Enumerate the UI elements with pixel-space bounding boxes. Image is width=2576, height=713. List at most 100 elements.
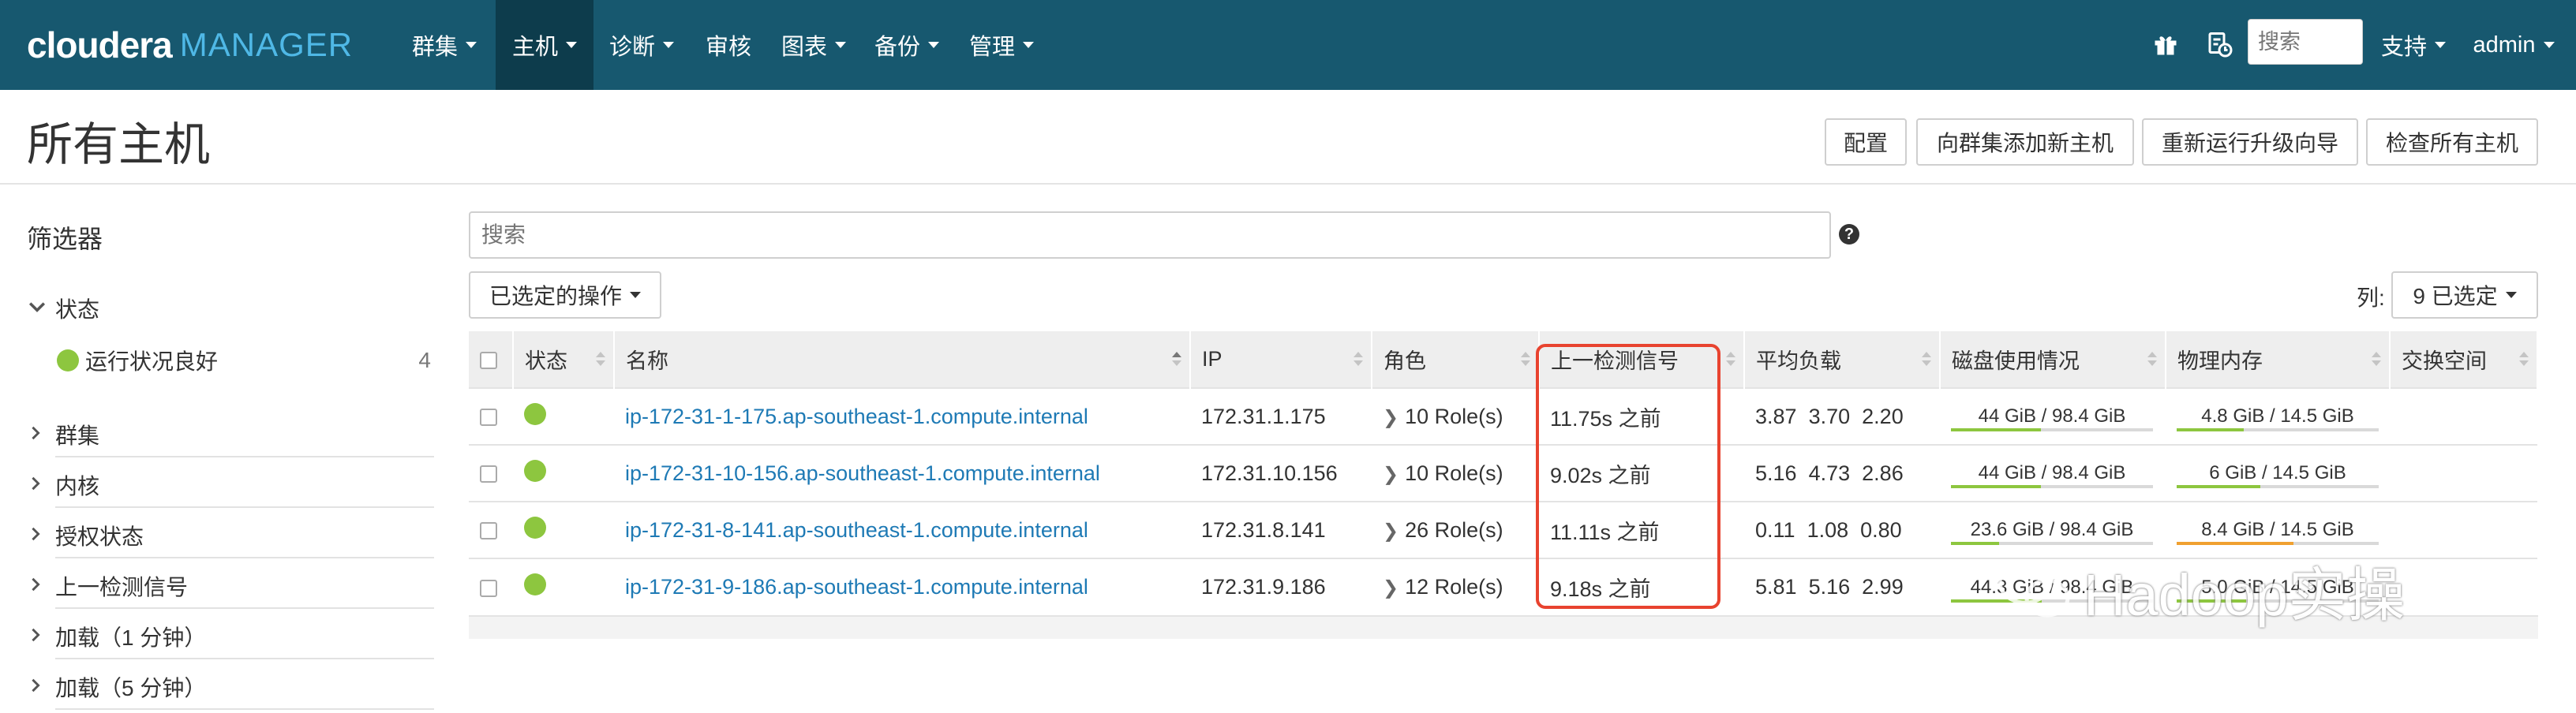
- col-header-ip[interactable]: IP: [1190, 331, 1372, 388]
- host-link[interactable]: ip-172-31-9-186.ap-southeast-1.compute.i…: [625, 575, 1088, 599]
- row-checkbox[interactable]: [480, 465, 497, 483]
- filter-status-good-health[interactable]: 运行状况良好 4: [57, 336, 431, 385]
- disk-usage-bar: 44 GiB / 98.4 GiB: [1951, 458, 2153, 488]
- cloudera-logo[interactable]: cloudera MANAGER: [27, 17, 353, 73]
- caret-down-icon: [835, 42, 846, 48]
- load-1min: 5.16: [1755, 461, 1797, 485]
- memory-usage-bar: 4.8 GiB / 14.5 GiB: [2177, 401, 2379, 431]
- selected-actions-dropdown[interactable]: 已选定的操作: [469, 271, 661, 319]
- load-5min: 5.16: [1808, 575, 1851, 599]
- load-15min: 2.99: [1862, 575, 1904, 599]
- row-checkbox[interactable]: [480, 409, 497, 427]
- ip-cell: 172.31.9.186: [1190, 558, 1372, 615]
- nav-clusters[interactable]: 群集: [402, 0, 486, 90]
- physical-memory-cell: 6 GiB / 14.5 GiB: [2166, 444, 2390, 502]
- col-header-swap-space[interactable]: 交换空间: [2390, 331, 2538, 388]
- hosts-search-input[interactable]: [469, 211, 1831, 259]
- swap-space-cell: [2390, 501, 2537, 558]
- wechat-icon: [1998, 559, 2070, 618]
- row-checkbox[interactable]: [480, 579, 497, 597]
- heartbeat-highlight-box: [1536, 344, 1720, 609]
- col-header-disk-usage[interactable]: 磁盘使用情况: [1940, 331, 2166, 388]
- nav-backup[interactable]: 备份: [863, 0, 950, 90]
- nav-audits[interactable]: 审核: [693, 0, 764, 90]
- filter-section-load-5min[interactable]: 加载（5 分钟）: [28, 663, 431, 711]
- host-link[interactable]: ip-172-31-8-141.ap-southeast-1.compute.i…: [625, 518, 1088, 542]
- swap-space-cell: [2390, 387, 2537, 445]
- chevron-right-icon: [28, 573, 49, 599]
- col-header-label: 名称: [626, 349, 668, 373]
- filter-section-status[interactable]: 状态: [28, 284, 431, 333]
- top-navbar: cloudera MANAGER 群集 主机 诊断 审核 图表 备份 管理 支持: [0, 0, 2576, 90]
- roles-cell[interactable]: ❯ 26 Role(s): [1372, 501, 1539, 558]
- status-cell: [513, 501, 614, 558]
- sort-icon: [596, 352, 605, 366]
- nav-hosts[interactable]: 主机: [496, 0, 593, 90]
- ip-cell: 172.31.1.175: [1190, 387, 1372, 445]
- roles-cell[interactable]: ❯ 10 Role(s): [1372, 387, 1539, 445]
- nav-administration[interactable]: 管理: [958, 0, 1045, 90]
- col-header-label: 角色: [1383, 349, 1426, 373]
- status-cell: [513, 558, 614, 615]
- roles-cell[interactable]: ❯ 12 Role(s): [1372, 558, 1539, 615]
- select-all-checkbox[interactable]: [480, 351, 497, 369]
- col-header-label: 平均负载: [1756, 349, 1841, 373]
- roles-count: 26 Role(s): [1405, 517, 1503, 542]
- col-header-load-average[interactable]: 平均负载: [1744, 331, 1941, 388]
- load-average-cell: 5.81 5.16 2.99: [1744, 558, 1940, 615]
- table-row: ip-172-31-1-175.ap-southeast-1.compute.i…: [469, 387, 2537, 445]
- row-select-cell: [469, 444, 513, 502]
- row-checkbox[interactable]: [480, 522, 497, 540]
- filter-section-commission-state[interactable]: 授权状态: [28, 511, 431, 560]
- nav-support-label: 支持: [2380, 35, 2427, 60]
- nav-user-menu[interactable]: admin: [2462, 0, 2565, 90]
- chevron-right-icon: ❯: [1383, 406, 1399, 428]
- host-link[interactable]: ip-172-31-1-175.ap-southeast-1.compute.i…: [625, 405, 1088, 428]
- col-header-roles[interactable]: 角色: [1372, 331, 1540, 388]
- disk-usage-bar: 23.6 GiB / 98.4 GiB: [1951, 515, 2153, 545]
- nav-support[interactable]: 支持: [2374, 0, 2453, 90]
- caret-down-icon: [2543, 42, 2555, 48]
- row-select-cell: [469, 558, 513, 615]
- sort-icon: [2147, 352, 2157, 366]
- columns-selector-dropdown[interactable]: 9 已选定: [2391, 271, 2538, 319]
- roles-count: 10 Role(s): [1405, 404, 1503, 428]
- memory-usage-label: 8.4 GiB / 14.5 GiB: [2201, 519, 2354, 540]
- host-link[interactable]: ip-172-31-10-156.ap-southeast-1.compute.…: [625, 461, 1100, 485]
- filter-section-label: 加载（1 分钟）: [55, 625, 207, 650]
- selected-actions-label: 已选定的操作: [489, 284, 623, 308]
- col-header-status[interactable]: 状态: [513, 331, 615, 388]
- nav-search-input[interactable]: [2248, 19, 2363, 65]
- roles-cell[interactable]: ❯ 10 Role(s): [1372, 444, 1539, 502]
- sort-icon: [1354, 352, 1363, 366]
- roles-count: 10 Role(s): [1405, 461, 1503, 485]
- add-hosts-button[interactable]: 向群集添加新主机: [1916, 118, 2134, 166]
- filter-section-last-heartbeat[interactable]: 上一检测信号: [28, 562, 431, 610]
- status-cell: [513, 387, 614, 445]
- filter-separator: [55, 607, 434, 609]
- memory-usage-bar: 8.4 GiB / 14.5 GiB: [2177, 515, 2379, 545]
- disk-usage-label: 44 GiB / 98.4 GiB: [1978, 462, 2126, 483]
- col-header-physical-memory[interactable]: 物理内存: [2166, 331, 2391, 388]
- load-1min: 5.81: [1755, 575, 1797, 599]
- configuration-button[interactable]: 配置: [1825, 118, 1907, 166]
- chevron-right-icon: ❯: [1383, 463, 1399, 485]
- nav-backup-label: 备份: [874, 35, 920, 60]
- nav-diagnostics-label: 诊断: [608, 35, 655, 60]
- swap-space-cell: [2390, 558, 2537, 615]
- running-commands-icon[interactable]: [2205, 30, 2233, 58]
- filter-section-load-1min[interactable]: 加载（1 分钟）: [28, 612, 431, 661]
- nav-diagnostics[interactable]: 诊断: [598, 0, 685, 90]
- rerun-upgrade-wizard-button[interactable]: 重新运行升级向导: [2142, 118, 2358, 166]
- chevron-right-icon: [28, 624, 49, 649]
- filter-status-good-label: 运行状况良好: [85, 349, 219, 374]
- help-icon[interactable]: ?: [1839, 224, 1859, 245]
- filter-section-cores[interactable]: 内核: [28, 461, 431, 510]
- nav-charts[interactable]: 图表: [772, 0, 856, 90]
- gift-icon[interactable]: [2151, 30, 2180, 58]
- col-header-label: IP: [1202, 347, 1222, 371]
- filter-section-cluster[interactable]: 群集: [28, 410, 431, 459]
- inspect-all-hosts-button[interactable]: 检查所有主机: [2366, 118, 2538, 166]
- col-header-name[interactable]: 名称: [614, 331, 1191, 388]
- col-header-label: 状态: [525, 349, 567, 373]
